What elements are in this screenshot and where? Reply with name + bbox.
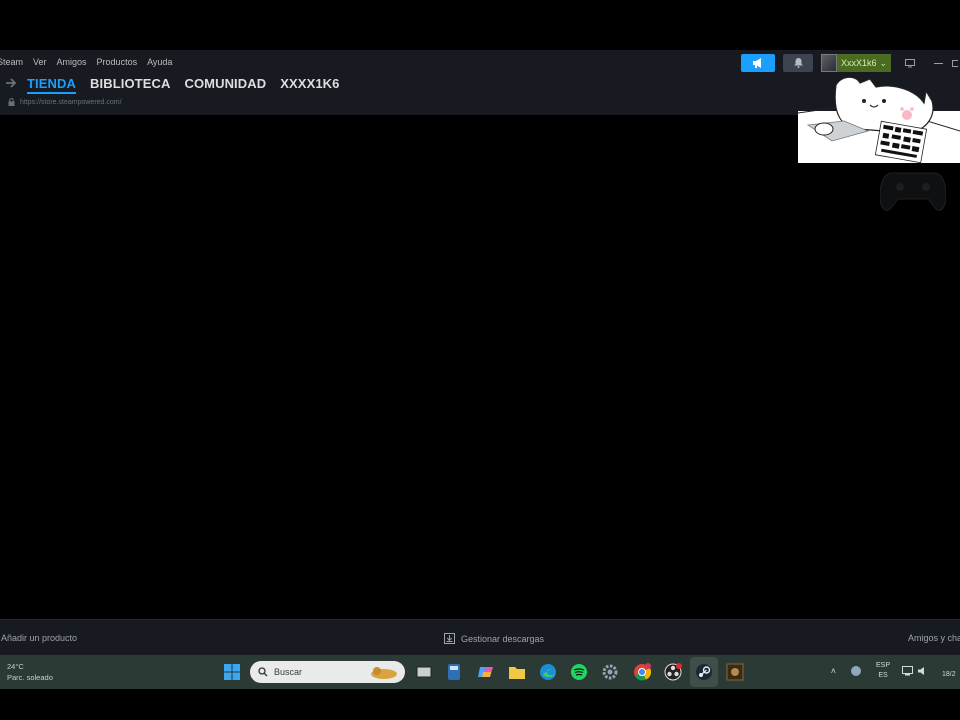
game-app-icon[interactable] [725,662,745,682]
chevron-up-icon[interactable]: ˄ [831,666,836,676]
bottom-bar: Añadir un producto Gestionar descargas A… [0,619,960,655]
tab-profile[interactable]: XXXX1K6 [280,76,339,94]
search-icon [258,667,268,677]
menu-ayuda[interactable]: Ayuda [147,57,172,67]
volume-icon[interactable] [917,666,928,676]
system-tray: ˄ ESP ES 18/2 [831,661,960,681]
minimize-icon [933,62,943,64]
chrome-icon[interactable] [632,662,652,682]
megaphone-icon [753,58,761,68]
tray-app-icon[interactable] [850,665,862,677]
url-bar: https://store.steampowered.com/ [8,98,122,106]
maximize-button[interactable] [950,54,960,72]
url-text[interactable]: https://store.steampowered.com/ [20,99,122,106]
taskbar-search[interactable]: Buscar [250,661,405,683]
screen: Steam Ver Amigos Productos Ayuda XxxX1k6… [0,0,960,720]
minimize-button[interactable] [928,54,948,72]
notifications-button[interactable] [783,54,813,72]
friends-chat-button[interactable]: Amigos y cha [908,633,960,643]
lang-top: ESP [875,662,890,669]
menu-bar: Steam Ver Amigos Productos Ayuda XxxX1k6… [0,50,960,75]
account-name: XxxX1k6 ⌄ [837,54,892,72]
announcements-button[interactable] [741,54,775,72]
steam-icon[interactable] [694,662,714,682]
obs-icon[interactable] [663,662,683,682]
downloads-button[interactable]: Gestionar descargas [444,633,544,644]
spotify-icon[interactable] [569,662,589,682]
monitor-icon [905,58,915,67]
settings-gear-icon[interactable] [600,662,620,682]
tab-biblioteca[interactable]: BIBLIOTECA [90,76,170,94]
download-icon [444,633,455,644]
lock-icon [8,98,15,106]
chevron-down-icon: ⌄ [879,57,888,68]
bongo-cat-overlay [797,73,960,164]
add-product-button[interactable]: Añadir un producto [1,633,77,643]
taskbar-apps: Buscar [0,655,960,689]
bell-icon [793,58,803,68]
maximize-icon [952,59,958,67]
taskbar: 24°C Parc. soleado Buscar ˄ ESP ES 18/2 [0,655,960,689]
lang-bottom: ES [878,672,888,679]
gamepad-icon [879,165,947,213]
account-button[interactable]: XxxX1k6 ⌄ [821,54,893,72]
file-explorer-icon[interactable] [507,662,527,682]
big-picture-button[interactable] [900,54,920,72]
tab-comunidad[interactable]: COMUNIDAD [184,76,266,94]
avatar [821,54,837,72]
menu: Steam Ver Amigos Productos Ayuda [0,57,172,67]
task-view-icon[interactable] [414,662,434,682]
copilot-icon[interactable] [476,662,496,682]
menu-ver[interactable]: Ver [33,57,47,67]
menu-productos[interactable]: Productos [97,57,138,67]
store-content [0,115,960,619]
nav-tabs: TIENDA BIBLIOTECA COMUNIDAD XXXX1K6 [27,76,339,94]
language-indicator[interactable]: ESP ES [876,661,890,681]
clock-date[interactable]: 18/2 [942,671,960,678]
edge-icon[interactable] [538,662,558,682]
search-highlight-icon [371,667,397,679]
downloads-label: Gestionar descargas [461,633,545,644]
bongo-cat-icon [797,76,960,164]
network-icon[interactable] [902,666,913,676]
menu-steam[interactable]: Steam [0,57,23,67]
search-placeholder: Buscar [274,667,303,677]
start-icon[interactable] [222,662,242,682]
tab-tienda[interactable]: TIENDA [27,76,76,94]
arrow-right-icon[interactable] [5,77,17,92]
menu-amigos[interactable]: Amigos [57,57,87,67]
calculator-icon[interactable] [444,662,464,682]
account-username: XxxX1k6 [841,58,877,68]
